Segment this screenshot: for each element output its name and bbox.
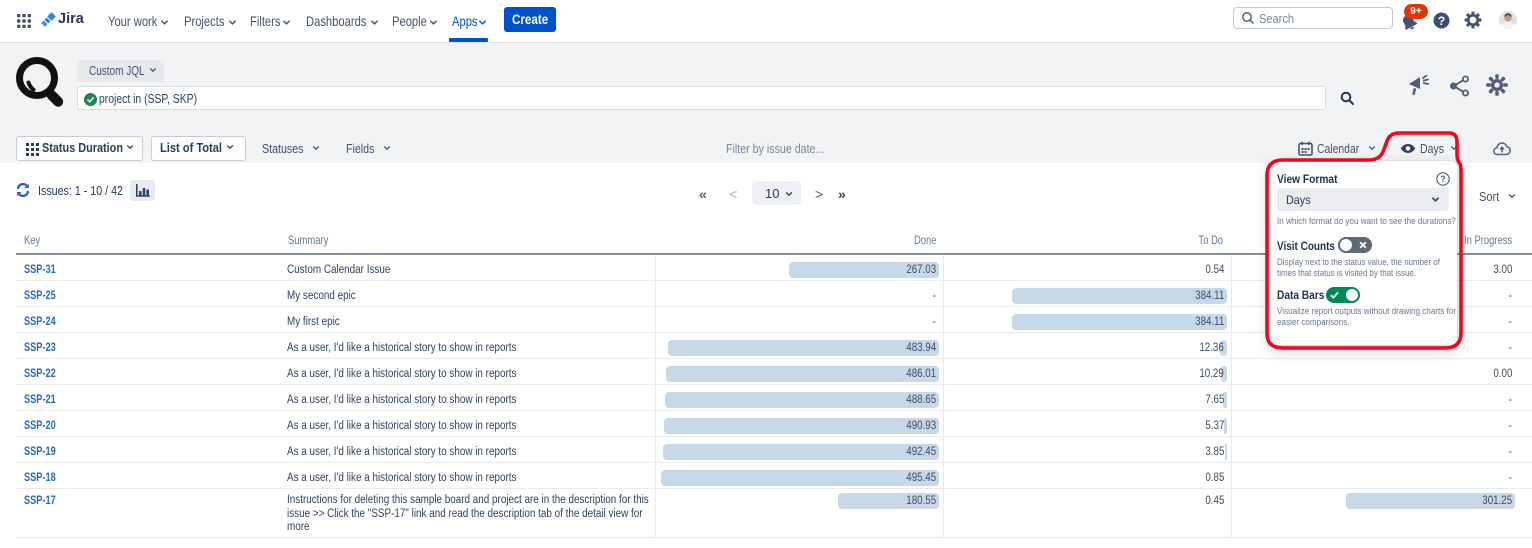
svg-text:?: ? bbox=[1438, 14, 1445, 28]
